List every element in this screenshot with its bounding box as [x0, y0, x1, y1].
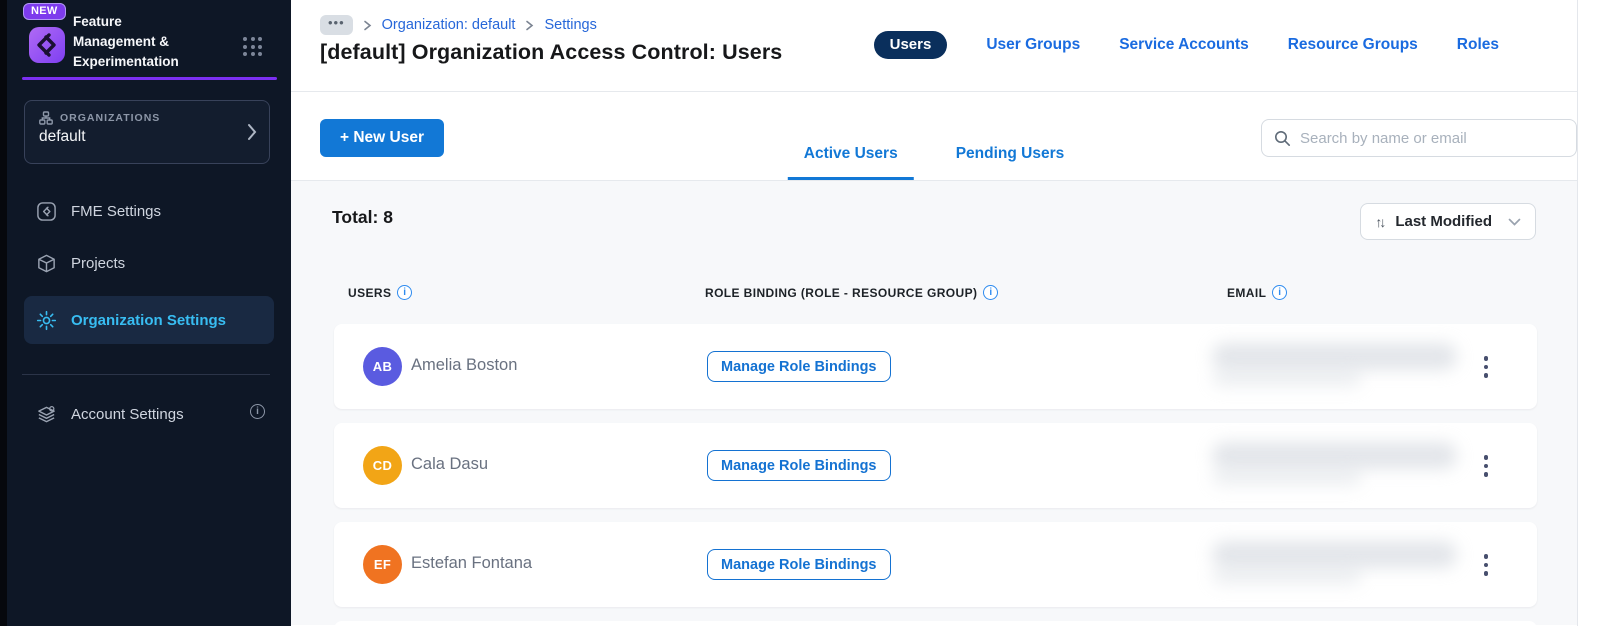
sidebar-item-fme-settings[interactable]: FME Settings: [24, 189, 274, 233]
breadcrumb-ellipsis-button[interactable]: •••: [320, 15, 353, 35]
manage-role-bindings-button[interactable]: Manage Role Bindings: [707, 450, 891, 481]
org-value: default: [39, 128, 86, 145]
sort-label: Last Modified: [1395, 213, 1492, 230]
email-redacted: [1212, 468, 1362, 486]
total-count: Total: 8: [332, 207, 393, 227]
table-row: AB Amelia Boston Manage Role Bindings: [334, 324, 1537, 409]
tab-active-users[interactable]: Active Users: [787, 133, 914, 180]
breadcrumb-link-settings[interactable]: Settings: [544, 17, 596, 33]
access-control-tabs: Users User Groups Service Accounts Resou…: [873, 31, 1499, 59]
user-name: Cala Dasu: [411, 455, 489, 473]
account-settings-info-icon[interactable]: i: [250, 404, 265, 419]
email-redacted: [1212, 369, 1362, 387]
tab-resource-groups[interactable]: Resource Groups: [1288, 36, 1418, 54]
table-row: CD Cala Dasu Manage Role Bindings: [334, 423, 1537, 508]
sidebar-item-projects[interactable]: Projects: [24, 241, 274, 285]
sort-arrows-icon: ↑↓: [1375, 213, 1386, 230]
org-label: ORGANIZATIONS: [60, 112, 161, 124]
fme-logo-icon: [29, 27, 65, 63]
tab-roles[interactable]: Roles: [1457, 36, 1499, 54]
sort-dropdown[interactable]: ↑↓ Last Modified: [1360, 203, 1536, 240]
organization-selector[interactable]: ORGANIZATIONS default: [24, 100, 270, 164]
brand-title: Feature Management & Experimentation: [73, 14, 179, 69]
sidebar-divider: [22, 374, 270, 375]
info-icon[interactable]: i: [1272, 285, 1288, 300]
column-header-role-binding: ROLE BINDING (ROLE - RESOURCE GROUP) i: [705, 285, 999, 300]
sidebar-item-label: Account Settings: [71, 405, 184, 423]
sidebar-item-label: FME Settings: [71, 202, 162, 220]
sidebar-item-account-settings[interactable]: Account Settings: [24, 392, 274, 436]
new-badge: NEW: [23, 3, 66, 20]
column-header-email: EMAIL i: [1227, 285, 1288, 300]
search-box: [1261, 119, 1577, 157]
avatar: CD: [363, 446, 402, 485]
chevron-right-icon: [525, 20, 534, 31]
user-name: Amelia Boston: [411, 356, 518, 374]
chevron-right-icon: [248, 124, 257, 140]
email-redacted: [1212, 541, 1457, 568]
sidebar-item-label: Projects: [71, 254, 126, 272]
avatar: EF: [363, 545, 402, 584]
page-title: [default] Organization Access Control: U…: [320, 40, 783, 64]
row-menu-kebab-icon[interactable]: [1474, 353, 1498, 381]
sidebar-item-organization-settings[interactable]: Organization Settings: [24, 296, 274, 344]
screen-edge-strip: [0, 0, 7, 626]
user-rows: AB Amelia Boston Manage Role Bindings CD…: [334, 324, 1537, 621]
tab-users[interactable]: Users: [873, 31, 948, 59]
manage-role-bindings-button[interactable]: Manage Role Bindings: [707, 549, 891, 580]
app-grid-icon[interactable]: [243, 37, 263, 57]
gear-icon: [36, 310, 57, 330]
chevron-right-icon: [363, 20, 372, 31]
table-row-partial: [334, 621, 1537, 626]
tab-service-accounts[interactable]: Service Accounts: [1119, 36, 1249, 54]
user-view-tabs: Active Users Pending Users: [787, 133, 1081, 180]
users-list-area: Total: 8 ↑↓ Last Modified USERS i ROLE BI…: [291, 181, 1577, 626]
manage-role-bindings-button[interactable]: Manage Role Bindings: [707, 351, 891, 382]
tab-user-groups[interactable]: User Groups: [986, 36, 1080, 54]
email-redacted: [1212, 442, 1457, 469]
breadcrumb-link-organization[interactable]: Organization: default: [382, 17, 516, 33]
org-chart-icon: [39, 111, 53, 125]
cube-icon: [38, 254, 55, 272]
chevron-down-icon: [1508, 218, 1521, 226]
fme-settings-icon: [37, 201, 56, 221]
new-user-button[interactable]: + New User: [320, 119, 445, 157]
info-icon[interactable]: i: [983, 285, 999, 300]
email-redacted: [1212, 567, 1362, 585]
tab-pending-users[interactable]: Pending Users: [940, 133, 1081, 180]
sidebar-item-label: Organization Settings: [71, 311, 227, 329]
right-gutter: [1578, 0, 1600, 626]
toolbar: + New User Active Users Pending Users: [291, 92, 1577, 181]
search-input[interactable]: [1300, 129, 1564, 147]
search-icon: [1275, 130, 1290, 146]
layers-gear-icon: [38, 405, 55, 422]
row-menu-kebab-icon[interactable]: [1474, 452, 1498, 480]
brand-divider: [22, 77, 277, 80]
table-row: EF Estefan Fontana Manage Role Bindings: [334, 522, 1537, 607]
user-name: Estefan Fontana: [411, 554, 533, 572]
info-icon[interactable]: i: [397, 285, 413, 300]
avatar: AB: [363, 347, 402, 386]
main-content: ••• Organization: default Settings [defa…: [291, 0, 1578, 626]
column-header-users: USERS i: [348, 285, 413, 300]
sidebar: NEW Feature Management & Experimentation…: [7, 0, 291, 626]
breadcrumb: ••• Organization: default Settings: [320, 15, 597, 35]
row-menu-kebab-icon[interactable]: [1474, 551, 1498, 579]
page-header: ••• Organization: default Settings [defa…: [291, 0, 1577, 92]
email-redacted: [1212, 343, 1457, 370]
app-screen: NEW Feature Management & Experimentation…: [0, 0, 1600, 626]
